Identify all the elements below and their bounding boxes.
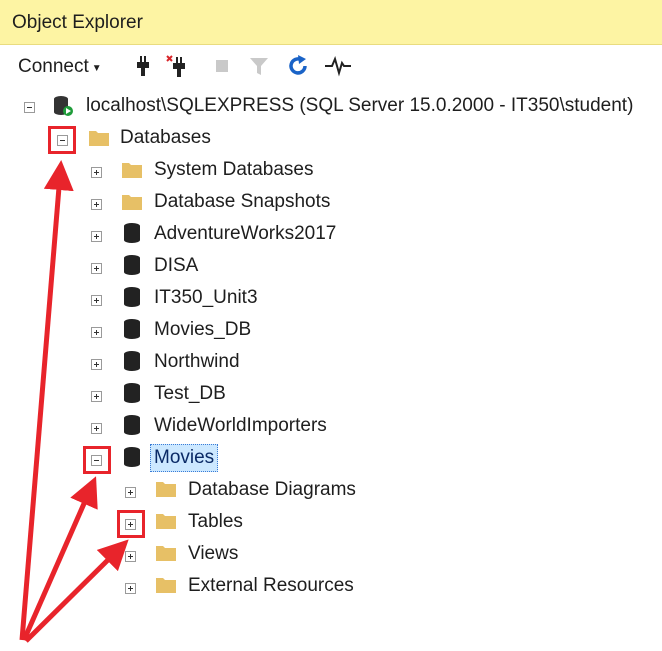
annotation-arrows [19, 160, 129, 643]
arrow-to-tables-toggle [24, 539, 129, 643]
